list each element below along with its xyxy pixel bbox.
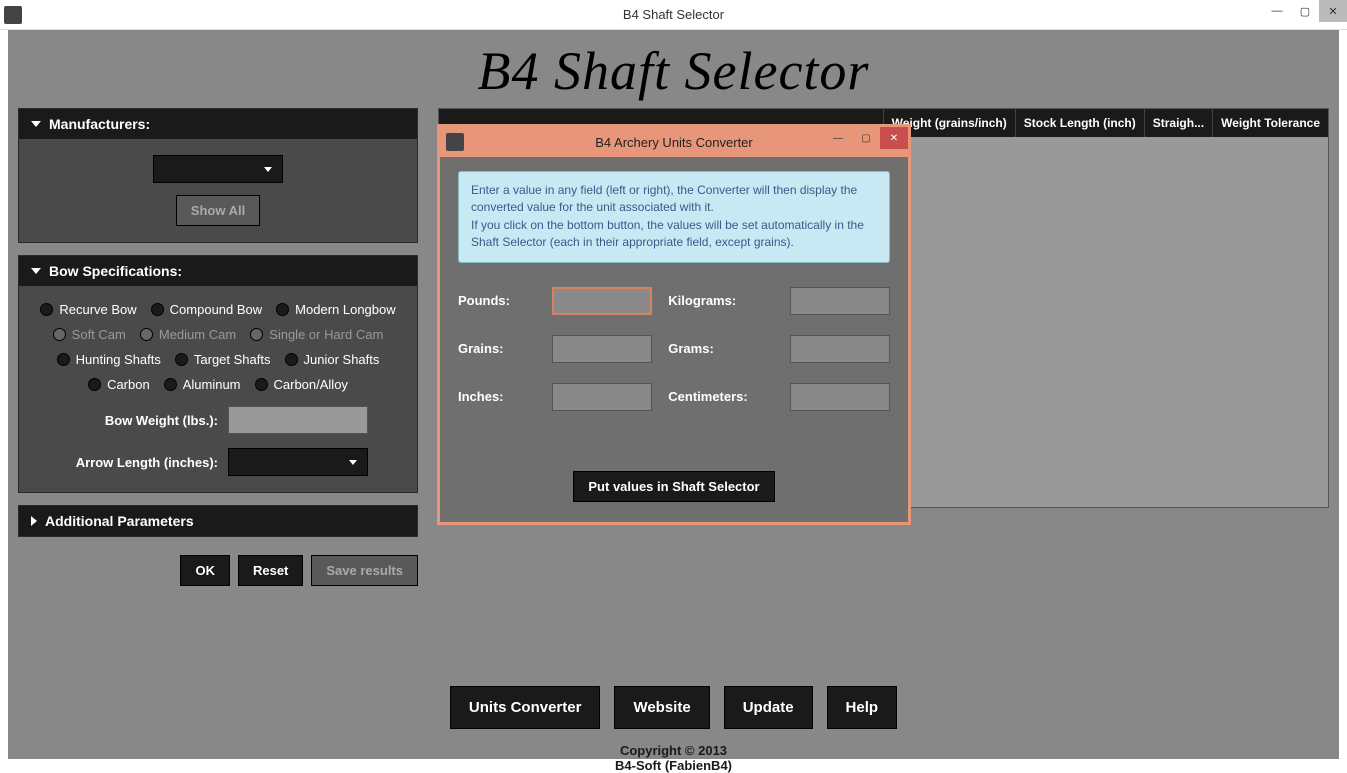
centimeters-input[interactable] bbox=[790, 383, 890, 411]
converter-icon bbox=[446, 133, 464, 151]
copyright: Copyright © 2013 B4-Soft (FabienB4) bbox=[18, 743, 1329, 773]
radio-modern-longbow[interactable]: Modern Longbow bbox=[276, 302, 395, 317]
copyright-line1: Copyright © 2013 bbox=[18, 743, 1329, 758]
website-button[interactable]: Website bbox=[614, 686, 709, 729]
radio-carbon[interactable]: Carbon bbox=[88, 377, 150, 392]
copyright-line2: B4-Soft (FabienB4) bbox=[18, 758, 1329, 773]
converter-titlebar: B4 Archery Units Converter — ▢ ✕ bbox=[440, 127, 908, 157]
manufacturers-panel: Manufacturers: Show All bbox=[18, 108, 418, 243]
inches-input[interactable] bbox=[552, 383, 652, 411]
manufacturers-header[interactable]: Manufacturers: bbox=[19, 109, 417, 139]
help-button[interactable]: Help bbox=[827, 686, 898, 729]
window-title: B4 Shaft Selector bbox=[0, 7, 1347, 22]
close-button[interactable]: ✕ bbox=[1319, 0, 1347, 22]
arrow-length-label: Arrow Length (inches): bbox=[68, 455, 218, 470]
converter-window: B4 Archery Units Converter — ▢ ✕ Enter a… bbox=[437, 124, 911, 525]
caret-down-icon bbox=[264, 167, 272, 172]
converter-minimize-button[interactable]: — bbox=[824, 127, 852, 149]
radio-target[interactable]: Target Shafts bbox=[175, 352, 271, 367]
grams-label: Grams: bbox=[668, 341, 774, 356]
update-button[interactable]: Update bbox=[724, 686, 813, 729]
bowspec-title: Bow Specifications: bbox=[49, 263, 182, 279]
inches-label: Inches: bbox=[458, 389, 536, 404]
chevron-down-icon bbox=[31, 268, 41, 274]
ok-button[interactable]: OK bbox=[180, 555, 230, 586]
centimeters-label: Centimeters: bbox=[668, 389, 774, 404]
manufacturers-combo[interactable] bbox=[153, 155, 283, 183]
manufacturers-title: Manufacturers: bbox=[49, 116, 150, 132]
caret-down-icon bbox=[349, 460, 357, 465]
converter-info: Enter a value in any field (left or righ… bbox=[458, 171, 890, 263]
converter-title: B4 Archery Units Converter bbox=[595, 135, 753, 150]
minimize-button[interactable]: — bbox=[1263, 0, 1291, 22]
radio-hard-cam: Single or Hard Cam bbox=[250, 327, 383, 342]
radio-carbon-alloy[interactable]: Carbon/Alloy bbox=[255, 377, 348, 392]
radio-soft-cam: Soft Cam bbox=[53, 327, 126, 342]
bow-weight-label: Bow Weight (lbs.): bbox=[68, 413, 218, 428]
units-converter-button[interactable]: Units Converter bbox=[450, 686, 601, 729]
app-title: B4 Shaft Selector bbox=[18, 40, 1329, 102]
bottom-bar: Units Converter Website Update Help bbox=[18, 686, 1329, 729]
converter-close-button[interactable]: ✕ bbox=[880, 127, 908, 149]
arrow-length-combo[interactable] bbox=[228, 448, 368, 476]
additional-title: Additional Parameters bbox=[45, 513, 194, 529]
converter-maximize-button[interactable]: ▢ bbox=[852, 127, 880, 149]
bowspec-panel: Bow Specifications: Recurve Bow Compound… bbox=[18, 255, 418, 493]
reset-button[interactable]: Reset bbox=[238, 555, 303, 586]
bow-weight-input[interactable] bbox=[228, 406, 368, 434]
put-values-button[interactable]: Put values in Shaft Selector bbox=[573, 471, 774, 502]
converter-info-1: Enter a value in any field (left or righ… bbox=[471, 182, 877, 217]
converter-info-2: If you click on the bottom button, the v… bbox=[471, 217, 877, 252]
pounds-label: Pounds: bbox=[458, 293, 536, 308]
grains-input[interactable] bbox=[552, 335, 652, 363]
grains-label: Grains: bbox=[458, 341, 536, 356]
action-row: OK Reset Save results bbox=[18, 555, 418, 586]
maximize-button[interactable]: ▢ bbox=[1291, 0, 1319, 22]
converter-grid: Pounds: Kilograms: Grains: Grams: Inches… bbox=[458, 287, 890, 411]
bowspec-header[interactable]: Bow Specifications: bbox=[19, 256, 417, 286]
radio-aluminum[interactable]: Aluminum bbox=[164, 377, 241, 392]
radio-hunting[interactable]: Hunting Shafts bbox=[57, 352, 161, 367]
main-titlebar: B4 Shaft Selector — ▢ ✕ bbox=[0, 0, 1347, 30]
additional-header[interactable]: Additional Parameters bbox=[19, 506, 417, 536]
kilograms-input[interactable] bbox=[790, 287, 890, 315]
pounds-input[interactable] bbox=[552, 287, 652, 315]
radio-compound[interactable]: Compound Bow bbox=[151, 302, 263, 317]
th-straightness[interactable]: Straigh... bbox=[1145, 109, 1213, 137]
converter-body: Enter a value in any field (left or righ… bbox=[440, 157, 908, 522]
chevron-right-icon bbox=[31, 516, 37, 526]
th-stock-length[interactable]: Stock Length (inch) bbox=[1016, 109, 1145, 137]
additional-panel: Additional Parameters bbox=[18, 505, 418, 537]
grams-input[interactable] bbox=[790, 335, 890, 363]
left-column: Manufacturers: Show All Bow Specificatio… bbox=[18, 108, 418, 586]
radio-medium-cam: Medium Cam bbox=[140, 327, 236, 342]
save-results-button[interactable]: Save results bbox=[311, 555, 418, 586]
chevron-down-icon bbox=[31, 121, 41, 127]
radio-junior[interactable]: Junior Shafts bbox=[285, 352, 380, 367]
show-all-button[interactable]: Show All bbox=[176, 195, 260, 226]
kilograms-label: Kilograms: bbox=[668, 293, 774, 308]
radio-recurve[interactable]: Recurve Bow bbox=[40, 302, 136, 317]
th-weight-tolerance[interactable]: Weight Tolerance bbox=[1213, 109, 1328, 137]
